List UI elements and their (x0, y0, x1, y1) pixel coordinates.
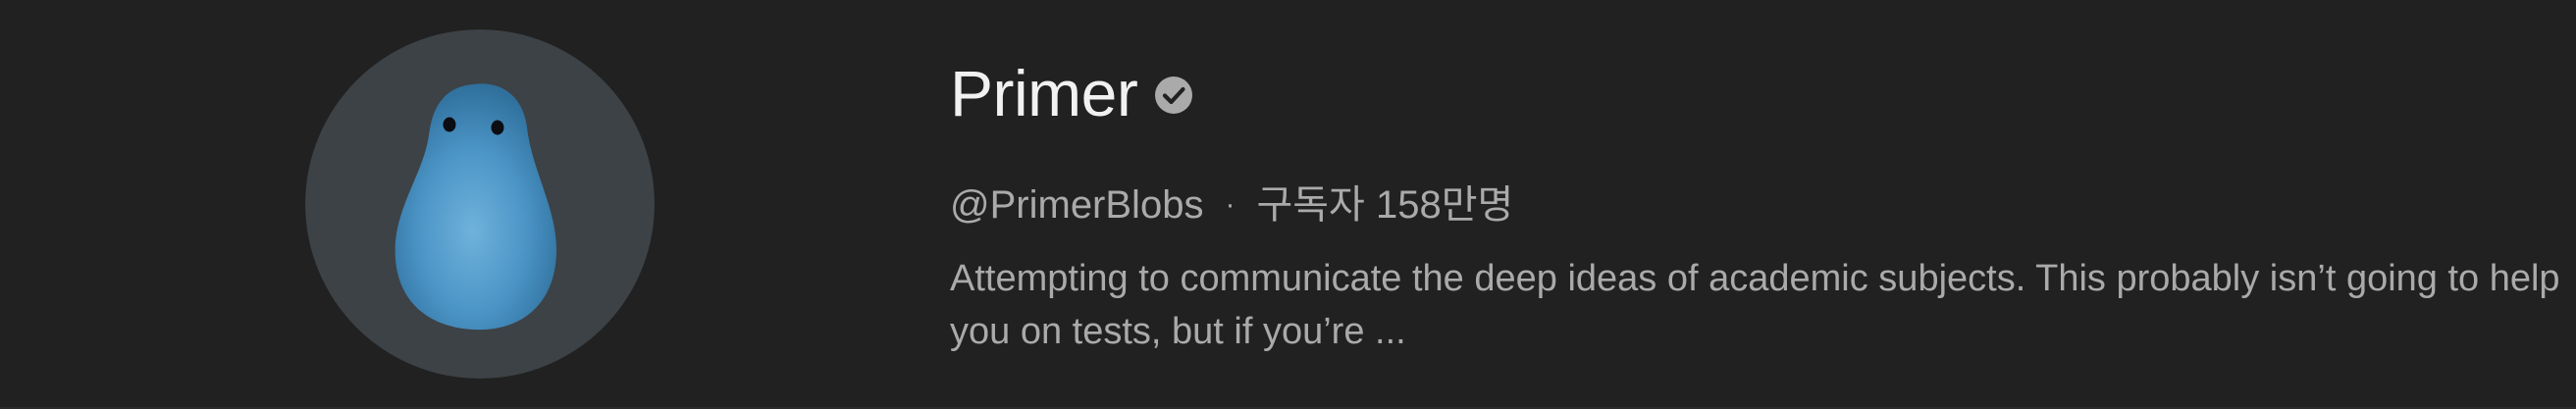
verified-check-icon (1153, 75, 1194, 116)
meta-separator: · (1225, 188, 1235, 221)
subscriber-count: 구독자 158만명 (1256, 183, 1514, 227)
channel-description[interactable]: Attempting to communicate the deep ideas… (950, 252, 2576, 358)
channel-meta: @PrimerBlobs · 구독자 158만명 (950, 179, 2576, 230)
channel-header: Primer @PrimerBlobs · 구독자 158만명 Attempti… (0, 0, 2576, 409)
title-row: Primer (950, 49, 2576, 137)
channel-info: Primer @PrimerBlobs · 구독자 158만명 Attempti… (950, 49, 2576, 358)
channel-avatar[interactable] (305, 29, 655, 379)
blue-blob-avatar-icon (305, 29, 655, 379)
channel-name: Primer (950, 57, 1138, 129)
channel-handle: @PrimerBlobs (950, 183, 1204, 227)
